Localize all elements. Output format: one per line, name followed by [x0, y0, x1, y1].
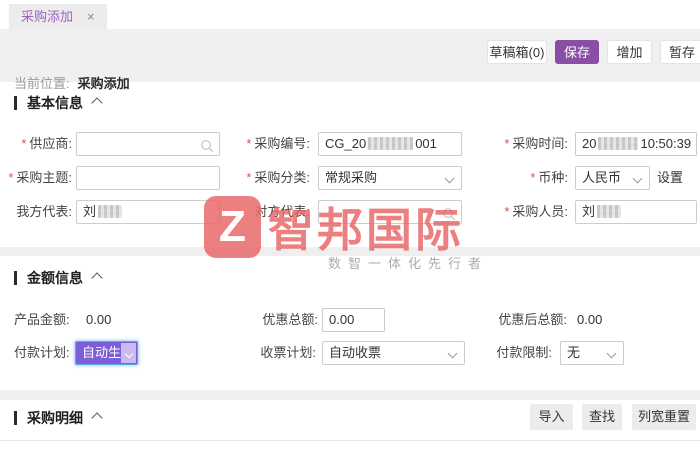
divider: [0, 440, 700, 441]
our-rep-input[interactable]: 刘: [76, 200, 220, 224]
category-label: *采购分类:: [230, 166, 310, 190]
their-rep-label: 对方代表:: [230, 200, 310, 224]
collapse-icon[interactable]: [91, 272, 102, 283]
payment-limit-label: 付款限制:: [470, 341, 552, 365]
breadcrumb-current: 采购添加: [78, 76, 130, 91]
reset-column-width-button[interactable]: 列宽重置: [632, 404, 696, 430]
section-bar: [14, 411, 17, 425]
supplier-input[interactable]: [76, 132, 220, 156]
product-amount-label: 产品金额:: [14, 308, 70, 332]
required-asterisk: *: [8, 170, 13, 185]
currency-label: *币种:: [480, 166, 568, 190]
section-basic-info: 基本信息: [14, 95, 101, 111]
find-button[interactable]: 查找: [582, 404, 622, 430]
section-purchase-detail: 采购明细: [14, 410, 101, 426]
invoice-plan-label: 收票计划:: [250, 341, 316, 365]
purchaser-label: *采购人员:: [480, 200, 568, 224]
our-rep-label: 我方代表:: [0, 200, 72, 224]
tab-label: 采购添加: [21, 9, 73, 24]
breadcrumb: 当前位置: 采购添加: [14, 73, 130, 92]
subject-input[interactable]: [76, 166, 220, 190]
purchaser-input[interactable]: 刘: [575, 200, 697, 224]
collapse-icon[interactable]: [91, 412, 102, 423]
purchase-time-label: *采购时间:: [480, 132, 568, 156]
product-amount-value: 0.00: [86, 308, 111, 332]
purchase-no-input[interactable]: CG_20001: [318, 132, 462, 156]
purchase-no-label: *采购编号:: [230, 132, 310, 156]
payment-limit-select[interactable]: 无: [560, 341, 624, 365]
section-title: 基本信息: [27, 95, 83, 111]
chevron-down-icon: [633, 174, 643, 184]
category-select[interactable]: 常规采购: [318, 166, 462, 190]
search-icon[interactable]: [442, 206, 456, 224]
after-discount-label: 优惠后总额:: [488, 308, 567, 332]
section-bar: [14, 96, 17, 110]
draftbox-button[interactable]: 草稿箱(0): [487, 40, 547, 64]
required-asterisk: *: [530, 170, 535, 185]
redacted-value: [597, 205, 621, 218]
section-title: 采购明细: [27, 410, 83, 426]
supplier-label: *供应商:: [0, 132, 72, 156]
currency-select[interactable]: 人民币: [575, 166, 650, 190]
payment-plan-select[interactable]: 自动生成: [75, 341, 138, 365]
chevron-down-icon: [445, 174, 455, 184]
chevron-down-icon: [607, 349, 617, 359]
chevron-down-icon: [448, 349, 458, 359]
currency-settings-link[interactable]: 设置: [657, 166, 683, 190]
invoice-plan-select[interactable]: 自动收票: [322, 341, 465, 365]
their-rep-input[interactable]: [318, 200, 462, 224]
section-amount-info: 金额信息: [14, 270, 101, 286]
discount-label: 优惠总额:: [252, 308, 318, 332]
discount-input[interactable]: 0.00: [322, 308, 385, 332]
required-asterisk: *: [504, 204, 509, 219]
collapse-icon[interactable]: [91, 97, 102, 108]
required-asterisk: *: [21, 136, 26, 151]
required-asterisk: *: [246, 136, 251, 151]
redacted-value: [598, 137, 638, 150]
tab-bar: 采购添加 ×: [0, 0, 700, 29]
section-separator: [0, 247, 700, 256]
required-asterisk: *: [246, 170, 251, 185]
purchase-add-page: 采购添加 × 当前位置: 采购添加 草稿箱(0) 保存 增加 暂存 基本信息 *供应…: [0, 0, 700, 451]
after-discount-value: 0.00: [577, 308, 602, 332]
breadcrumb-label: 当前位置:: [14, 76, 70, 91]
payment-plan-label: 付款计划:: [14, 341, 70, 365]
add-button[interactable]: 增加: [607, 40, 652, 64]
hold-button[interactable]: 暂存: [660, 40, 700, 64]
section-separator: [0, 390, 700, 400]
chevron-box: [121, 343, 136, 363]
close-icon[interactable]: ×: [87, 9, 95, 24]
required-asterisk: *: [504, 136, 509, 151]
tab-purchase-add[interactable]: 采购添加 ×: [9, 4, 107, 29]
section-bar: [14, 271, 17, 285]
section-title: 金额信息: [27, 270, 83, 286]
redacted-value: [98, 205, 122, 218]
purchase-time-input[interactable]: 2010:50:39: [575, 132, 697, 156]
subject-label: *采购主题:: [0, 166, 72, 190]
chevron-down-icon: [125, 350, 133, 358]
search-icon[interactable]: [200, 138, 214, 156]
redacted-value: [368, 137, 413, 150]
save-button[interactable]: 保存: [555, 40, 599, 64]
import-button[interactable]: 导入: [530, 404, 573, 430]
